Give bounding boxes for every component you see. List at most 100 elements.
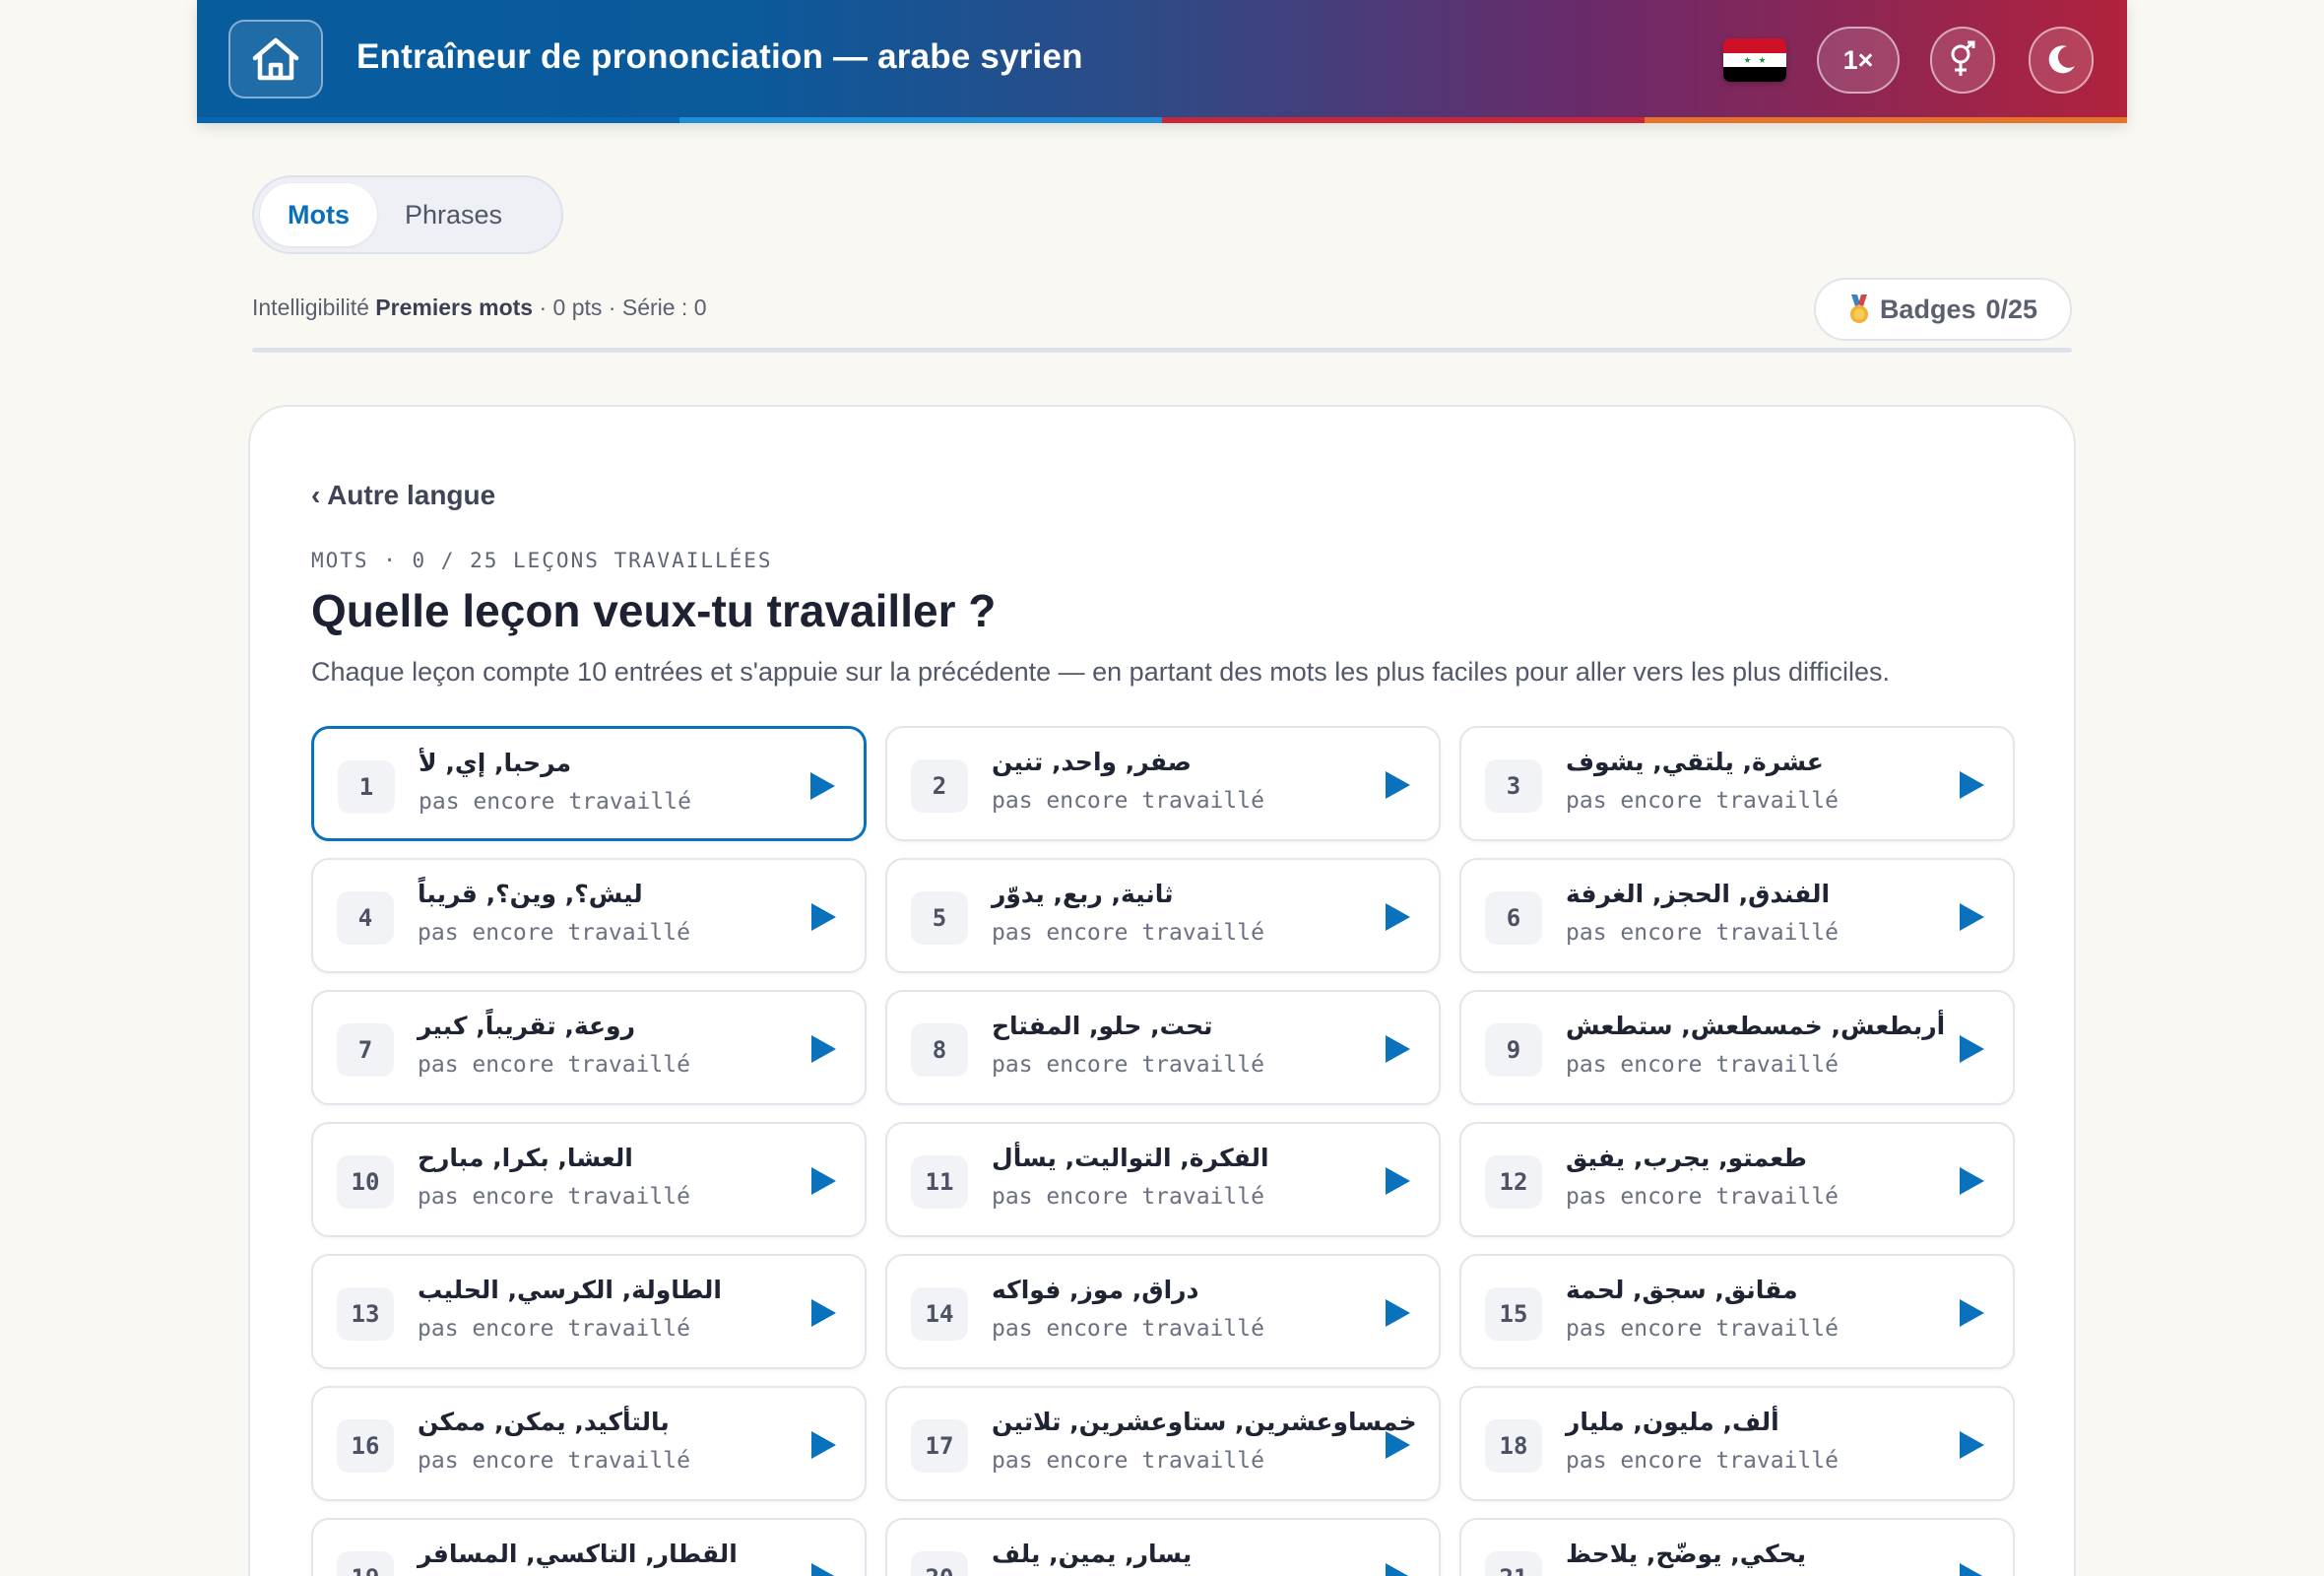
mode-switch: Mots Phrases xyxy=(252,175,563,254)
lesson-card[interactable]: 18 ألف, مليون, مليار pas encore travaillé xyxy=(1459,1386,2015,1501)
lesson-number: 5 xyxy=(911,891,968,945)
lesson-card[interactable]: 12 طعمتو, يجرب, يفيق pas encore travaillé xyxy=(1459,1122,2015,1237)
tab-mots[interactable]: Mots xyxy=(260,183,377,246)
play-icon[interactable] xyxy=(1952,1161,1991,1201)
lesson-card[interactable]: 16 بالتأكيد, يمكن, ممكن pas encore travail… xyxy=(311,1386,867,1501)
app-title: Entraîneur de prononciation — arabe syri… xyxy=(356,37,1083,76)
stats-prefix: Intelligibilité xyxy=(252,295,369,320)
playback-speed-label: 1× xyxy=(1842,44,1874,75)
lesson-number: 14 xyxy=(911,1287,968,1341)
play-icon[interactable] xyxy=(1378,897,1417,937)
tab-phrases[interactable]: Phrases xyxy=(377,183,530,246)
lesson-words: خمساوعشرين, ستاوعشرين, تلاتين xyxy=(992,1408,1417,1436)
lesson-words: القطار, التاكسي, المسافر xyxy=(418,1540,738,1568)
page-title: Quelle leçon veux-tu travailler ? xyxy=(311,585,997,636)
lesson-card[interactable]: 6 الفندق, الحجز, الغرفة pas encore travail… xyxy=(1459,858,2015,973)
lesson-number: 8 xyxy=(911,1023,968,1077)
lesson-card[interactable]: 11 الفكرة, التواليت, يسأل pas encore trava… xyxy=(885,1122,1441,1237)
lesson-number: 12 xyxy=(1485,1155,1542,1209)
lesson-status: pas encore travaillé xyxy=(418,1448,690,1474)
play-icon[interactable] xyxy=(1952,1293,1991,1333)
lesson-number: 1 xyxy=(338,760,395,814)
play-icon[interactable] xyxy=(1952,897,1991,937)
play-icon[interactable] xyxy=(804,1293,843,1333)
lesson-card[interactable]: 1 مرحبا, إي, لأ pas encore travaillé xyxy=(311,726,867,841)
play-icon[interactable] xyxy=(804,1161,843,1201)
lesson-status: pas encore travaillé xyxy=(418,1316,690,1342)
lesson-card[interactable]: 14 دراق, موز, فواكه pas encore travaillé xyxy=(885,1254,1441,1369)
lesson-card[interactable]: 19القطار, التاكسي, المسافرpas encore tra… xyxy=(311,1518,867,1576)
lesson-status: pas encore travaillé xyxy=(992,1184,1264,1210)
lesson-card[interactable]: 5 ثانية, ربع, يدوّر pas encore travaillé xyxy=(885,858,1441,973)
lesson-status: pas encore travaillé xyxy=(1566,1184,1839,1210)
lesson-card[interactable]: 8 تحت, حلو, المفتاح pas encore travaillé xyxy=(885,990,1441,1105)
lesson-words: صفر, واحد, تنين xyxy=(992,748,1192,776)
badges-button[interactable]: Badges 0/25 xyxy=(1814,278,2072,341)
badges-count: 0/25 xyxy=(1985,294,2038,324)
lesson-words: يسار, يمين, يلف xyxy=(992,1540,1193,1568)
play-icon[interactable] xyxy=(1378,1029,1417,1069)
lesson-number: 4 xyxy=(337,891,394,945)
lesson-card[interactable]: 21يحكي, يوضّح, يلاحظpas encore travaillé xyxy=(1459,1518,2015,1576)
play-icon[interactable] xyxy=(1952,1557,1991,1576)
lesson-number: 17 xyxy=(911,1419,968,1473)
play-icon[interactable] xyxy=(1378,1161,1417,1201)
lesson-words: أربطعش, خمسطعش, ستطعش xyxy=(1566,1012,1946,1040)
play-icon[interactable] xyxy=(1952,765,1991,805)
syria-flag-icon[interactable] xyxy=(1723,38,1786,82)
play-icon[interactable] xyxy=(804,897,843,937)
lesson-card[interactable]: 15 مقانق, سجق, لحمة pas encore travaillé xyxy=(1459,1254,2015,1369)
lesson-card[interactable]: 2 صفر, واحد, تنين pas encore travaillé xyxy=(885,726,1441,841)
lesson-picker-card: ‹ Autre langue MOTS · 0 / 25 LEÇONS TRAV… xyxy=(248,405,2076,1576)
play-icon[interactable] xyxy=(1378,765,1417,805)
lesson-status: pas encore travaillé xyxy=(992,788,1264,814)
lesson-number: 2 xyxy=(911,759,968,813)
lesson-words: مرحبا, إي, لأ xyxy=(419,749,572,777)
voice-gender-button[interactable] xyxy=(1930,27,1995,94)
lesson-card[interactable]: 9 أربطعش, خمسطعش, ستطعش pas encore travail… xyxy=(1459,990,2015,1105)
lesson-number: 18 xyxy=(1485,1419,1542,1473)
play-icon[interactable] xyxy=(1378,1557,1417,1576)
back-to-language-link[interactable]: ‹ Autre langue xyxy=(311,480,495,511)
lesson-words: ليش؟, وين؟, قريباً xyxy=(418,880,643,908)
play-icon[interactable] xyxy=(804,1029,843,1069)
lesson-card[interactable]: 20يسار, يمين, يلفpas encore travaillé xyxy=(885,1518,1441,1576)
lesson-card[interactable]: 4 ليش؟, وين؟, قريباً pas encore travaillé xyxy=(311,858,867,973)
lesson-card[interactable]: 10 العشا, بكرا, مبارح pas encore travaillé xyxy=(311,1122,867,1237)
dark-mode-toggle[interactable] xyxy=(2029,27,2094,94)
lesson-status: pas encore travaillé xyxy=(992,1316,1264,1342)
playback-speed-button[interactable]: 1× xyxy=(1817,27,1900,94)
lesson-words: روعة, تقريباً, كبير xyxy=(418,1012,635,1040)
lesson-number: 11 xyxy=(911,1155,968,1209)
lesson-card[interactable]: 7 روعة, تقريباً, كبير pas encore travaillé xyxy=(311,990,867,1105)
moon-icon xyxy=(2048,45,2075,74)
play-icon[interactable] xyxy=(1378,1293,1417,1333)
lesson-status: pas encore travaillé xyxy=(418,920,690,946)
stats-rest: · 0 pts · Série : 0 xyxy=(539,295,707,320)
lesson-status: pas encore travaillé xyxy=(418,1052,690,1078)
play-icon[interactable] xyxy=(1952,1425,1991,1465)
home-button[interactable] xyxy=(228,20,323,98)
lesson-card[interactable]: 3 عشرة, يلتقي, يشوف pas encore travaillé xyxy=(1459,726,2015,841)
play-icon[interactable] xyxy=(803,766,842,806)
play-icon[interactable] xyxy=(1952,1029,1991,1069)
play-icon[interactable] xyxy=(1378,1425,1417,1465)
gender-icon xyxy=(1951,40,1975,76)
lesson-number: 15 xyxy=(1485,1287,1542,1341)
lessons-progress-overline: MOTS · 0 / 25 LEÇONS TRAVAILLÉES xyxy=(311,549,773,572)
lesson-number: 3 xyxy=(1485,759,1542,813)
lesson-status: pas encore travaillé xyxy=(1566,920,1839,946)
lesson-status: pas encore travaillé xyxy=(1566,788,1839,814)
play-icon[interactable] xyxy=(804,1557,843,1576)
lesson-words: العشا, بكرا, مبارح xyxy=(418,1144,633,1172)
lesson-number: 10 xyxy=(337,1155,394,1209)
lesson-words: ثانية, ربع, يدوّر xyxy=(992,880,1174,908)
lesson-number: 19 xyxy=(337,1551,394,1576)
lesson-status: pas encore travaillé xyxy=(1566,1316,1839,1342)
lesson-status: pas encore travaillé xyxy=(992,920,1264,946)
lesson-card[interactable]: 17 خمساوعشرين, ستاوعشرين, تلاتين pas encor… xyxy=(885,1386,1441,1501)
play-icon[interactable] xyxy=(804,1425,843,1465)
lesson-words: مقانق, سجق, لحمة xyxy=(1566,1276,1798,1304)
lesson-status: pas encore travaillé xyxy=(1566,1052,1839,1078)
lesson-card[interactable]: 13 الطاولة, الكرسي, الحليب pas encore trav… xyxy=(311,1254,867,1369)
